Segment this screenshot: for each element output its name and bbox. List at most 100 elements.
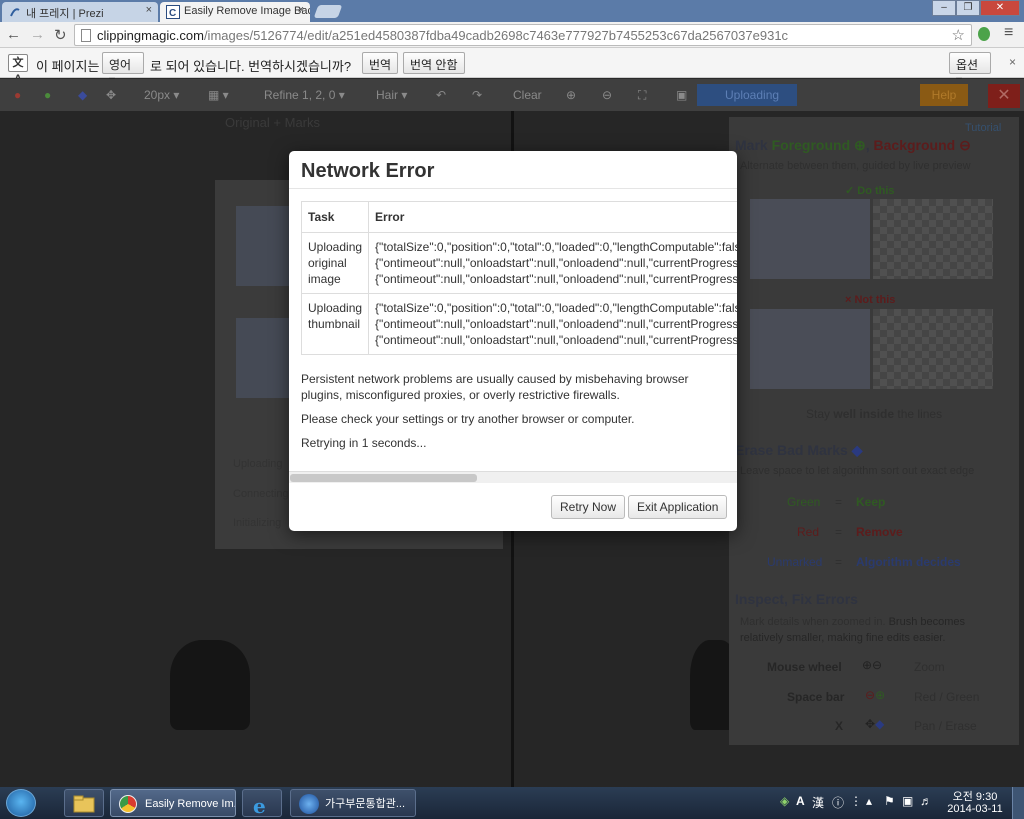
zoom-in-icon[interactable]: ⊕ bbox=[566, 85, 576, 105]
help-button[interactable]: Help bbox=[920, 84, 968, 106]
eraser-icon: ◆ bbox=[851, 442, 863, 458]
legend-unmarked: Unmarked bbox=[767, 555, 823, 569]
no-translate-button[interactable]: 번역 안함 bbox=[403, 52, 465, 74]
stay-bold: well inside bbox=[833, 407, 895, 421]
show-desktop-button[interactable] bbox=[1012, 787, 1024, 819]
restore-button[interactable]: ❐ bbox=[956, 0, 980, 16]
svg-text:C: C bbox=[169, 8, 176, 19]
inspect-sub-1: Mark details when zoomed in. bbox=[740, 616, 886, 628]
taskbar-clock[interactable]: 오전 9:30 2014-03-11 bbox=[944, 791, 1006, 815]
fit-screen-icon[interactable]: ⛶ bbox=[638, 85, 646, 105]
bookmark-star-icon[interactable]: ☆ bbox=[952, 26, 965, 44]
translate-icon: 文A bbox=[8, 54, 28, 85]
background-color-select[interactable]: ▦ ▾ bbox=[208, 85, 229, 105]
scrollbar-thumb[interactable] bbox=[290, 474, 477, 482]
shortcut-action: Pan / Erase bbox=[914, 719, 977, 733]
error-advice: Please check your settings or try anothe… bbox=[301, 412, 635, 426]
flag-icon[interactable]: ⚑ bbox=[884, 794, 895, 808]
remove-brush-icon[interactable]: ● bbox=[14, 85, 21, 105]
translate-close-icon[interactable]: × bbox=[1009, 55, 1016, 69]
window-close-button[interactable]: ✕ bbox=[980, 0, 1020, 16]
help-tray-icon[interactable]: ⓘ bbox=[832, 794, 844, 811]
tab-label: 내 프레지 | Prezi bbox=[26, 8, 104, 20]
legend-algorithm: Algorithm decides bbox=[856, 555, 961, 569]
shortcut-key: Mouse wheel bbox=[767, 660, 842, 674]
forward-arrow-icon[interactable]: → bbox=[30, 26, 45, 43]
table-row: Uploading original image {"totalSize":0,… bbox=[300, 232, 737, 294]
pan-icon[interactable]: ✥ bbox=[106, 85, 116, 105]
clear-button[interactable]: Clear bbox=[513, 85, 542, 105]
reload-icon[interactable]: ↻ bbox=[54, 26, 67, 44]
ie-taskbar-icon[interactable]: e bbox=[242, 789, 282, 817]
tutorial-link[interactable]: Tutorial bbox=[965, 122, 1001, 134]
language-select[interactable]: 영어 ▾ bbox=[102, 52, 144, 87]
back-arrow-icon[interactable]: ← bbox=[6, 26, 21, 43]
translate-message: 로 되어 있습니다. 번역하시겠습니까? bbox=[150, 59, 352, 74]
clippingmagic-icon: C bbox=[166, 5, 180, 19]
legend-red: Red bbox=[797, 525, 820, 539]
ime-a-icon[interactable]: A bbox=[796, 794, 805, 808]
minimize-button[interactable]: ‒ bbox=[932, 0, 956, 16]
close-app-button[interactable]: ✕ bbox=[988, 84, 1020, 108]
shortcut-action: Red / Green bbox=[914, 690, 980, 704]
chrome-menu-icon[interactable]: ≡ bbox=[1004, 24, 1013, 42]
exit-application-button[interactable]: Exit Application bbox=[628, 495, 728, 519]
tab-close-icon[interactable]: × bbox=[298, 4, 304, 16]
horizontal-scrollbar[interactable] bbox=[289, 471, 737, 483]
start-button[interactable] bbox=[6, 789, 36, 817]
refine-select[interactable]: Refine 1, 2, 0 ▾ bbox=[264, 85, 345, 105]
error-table: Task Error Uploading original image {"to… bbox=[300, 201, 737, 355]
extension-icon[interactable] bbox=[978, 27, 990, 41]
ime-hanja-icon[interactable]: 漢 bbox=[812, 794, 824, 811]
url-domain: clippingmagic.com bbox=[97, 28, 204, 43]
hair-select[interactable]: Hair ▾ bbox=[376, 85, 407, 105]
windows-taskbar: Easily Remove Im... e 가구부문통합관... ◈ A 漢 ⓘ… bbox=[0, 787, 1024, 819]
new-tab-button[interactable] bbox=[313, 5, 343, 18]
tab-prezi[interactable]: 내 프레지 | Prezi × bbox=[2, 2, 158, 22]
brush-size-select[interactable]: 20px ▾ bbox=[144, 85, 179, 105]
error-line: {"ontimeout":null,"onloadstart":null,"on… bbox=[375, 333, 737, 347]
volume-icon[interactable]: ♬ bbox=[920, 794, 932, 808]
brush-size-value: 20px bbox=[144, 88, 171, 102]
explorer-taskbar-icon[interactable] bbox=[64, 789, 104, 817]
zoom-out-icon[interactable]: ⊖ bbox=[602, 85, 612, 105]
tab-close-icon[interactable]: × bbox=[146, 4, 152, 16]
not-this-example-result bbox=[873, 309, 993, 389]
foreground-label: Foreground bbox=[771, 137, 851, 153]
tab-clippingmagic[interactable]: C Easily Remove Image Bac × bbox=[160, 2, 310, 22]
legend-green: Green bbox=[787, 495, 821, 509]
tray-network-icon[interactable]: ◈ bbox=[780, 794, 789, 808]
original-thumbnail bbox=[236, 206, 296, 286]
background-label: Background bbox=[873, 137, 956, 153]
taskbar-item-label: Easily Remove Im... bbox=[145, 798, 236, 810]
page-icon bbox=[81, 29, 91, 42]
eraser-icon[interactable]: ◆ bbox=[78, 85, 87, 105]
hair-value: Hair bbox=[376, 88, 399, 102]
save-icon[interactable]: ▣ bbox=[676, 85, 687, 105]
url-input[interactable]: clippingmagic.com/images/5126774/edit/a2… bbox=[74, 24, 972, 46]
redo-icon[interactable]: ↷ bbox=[472, 85, 482, 105]
image-silhouette bbox=[170, 640, 250, 730]
uploading-button[interactable]: Uploading bbox=[697, 84, 797, 106]
status-connecting: Connecting bbox=[233, 488, 289, 500]
taskbar-item-chrome[interactable]: Easily Remove Im... bbox=[110, 789, 236, 817]
retry-now-button[interactable]: Retry Now bbox=[551, 495, 626, 519]
options-label: 옵션 bbox=[956, 58, 979, 72]
error-line: {"totalSize":0,"position":0,"total":0,"l… bbox=[375, 301, 737, 315]
undo-icon[interactable]: ↶ bbox=[436, 85, 446, 105]
translate-button[interactable]: 번역 bbox=[362, 52, 399, 74]
chrome-icon bbox=[119, 795, 137, 813]
erase-heading: Erase Bad Marks ◆ bbox=[735, 442, 863, 459]
do-this-example-result bbox=[873, 199, 993, 279]
legend-eq: = bbox=[835, 555, 843, 569]
translate-options-button[interactable]: 옵션 ▾ bbox=[949, 52, 991, 87]
show-hidden-icons[interactable]: ▴ bbox=[866, 794, 872, 808]
error-cell: {"totalSize":0,"position":0,"total":0,"l… bbox=[368, 232, 737, 294]
keep-brush-icon[interactable]: ● bbox=[44, 85, 51, 105]
network-icon[interactable]: ▣ bbox=[902, 794, 913, 808]
legend-eq: = bbox=[835, 525, 843, 539]
ime-settings-icon[interactable]: ⋮ bbox=[850, 794, 862, 808]
pan-erase-icons: ✥◆ bbox=[865, 717, 885, 731]
marks-thumbnail bbox=[236, 318, 296, 398]
taskbar-item-app[interactable]: 가구부문통합관... bbox=[290, 789, 416, 817]
